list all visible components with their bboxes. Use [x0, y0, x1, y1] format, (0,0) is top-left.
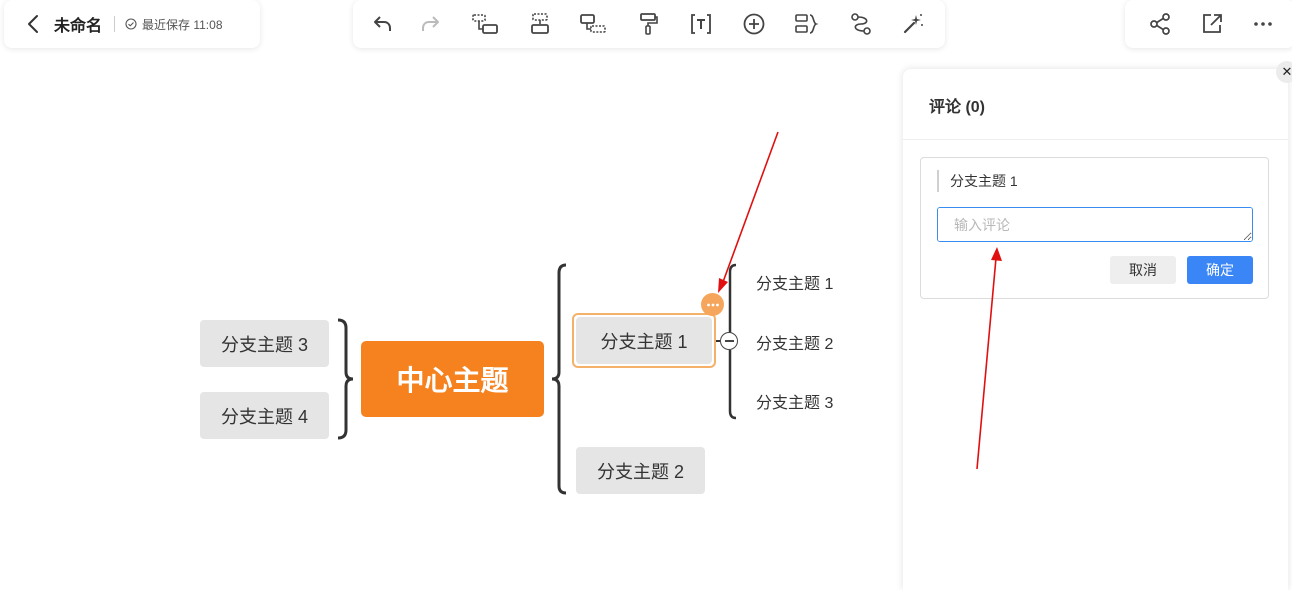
mindmap-connectors	[337, 263, 737, 495]
comment-badge[interactable]	[701, 293, 724, 316]
branch-topic-3[interactable]: 分支主题 3	[200, 320, 329, 367]
top-right-actions	[1125, 0, 1292, 48]
branch-topic-2[interactable]: 分支主题 2	[576, 447, 705, 494]
comment-editor: 分支主题 1 取消 确定	[920, 157, 1269, 299]
quoted-topic: 分支主题 1	[937, 170, 1018, 192]
cancel-button[interactable]: 取消	[1110, 256, 1176, 284]
central-topic[interactable]: 中心主题	[361, 341, 544, 417]
close-panel-button[interactable]: ✕	[1276, 61, 1292, 83]
panel-divider	[903, 139, 1288, 140]
collapse-toggle[interactable]	[720, 332, 738, 350]
share-button[interactable]	[1146, 10, 1174, 38]
sub-topic-3[interactable]: 分支主题 3	[756, 389, 856, 413]
comment-dots-icon	[706, 303, 719, 306]
branch-topic-1[interactable]: 分支主题 1	[576, 317, 712, 364]
close-icon: ✕	[1281, 64, 1292, 79]
minus-icon	[724, 340, 734, 342]
confirm-button[interactable]: 确定	[1187, 256, 1253, 284]
export-icon	[1203, 14, 1222, 33]
sub-topic-1[interactable]: 分支主题 1	[756, 270, 856, 294]
comment-panel: 评论 (0) 分支主题 1 取消 确定	[903, 69, 1288, 590]
more-button[interactable]	[1249, 10, 1277, 38]
comment-input[interactable]	[937, 207, 1253, 242]
export-button[interactable]	[1198, 10, 1226, 38]
branch-topic-4[interactable]: 分支主题 4	[200, 392, 329, 439]
comment-panel-title: 评论 (0)	[929, 99, 986, 116]
magic-wand-button[interactable]	[899, 10, 927, 38]
sub-topic-2[interactable]: 分支主题 2	[756, 330, 856, 354]
more-icon	[1254, 22, 1272, 26]
magic-wand-icon	[903, 14, 923, 34]
share-icon	[1150, 13, 1170, 35]
